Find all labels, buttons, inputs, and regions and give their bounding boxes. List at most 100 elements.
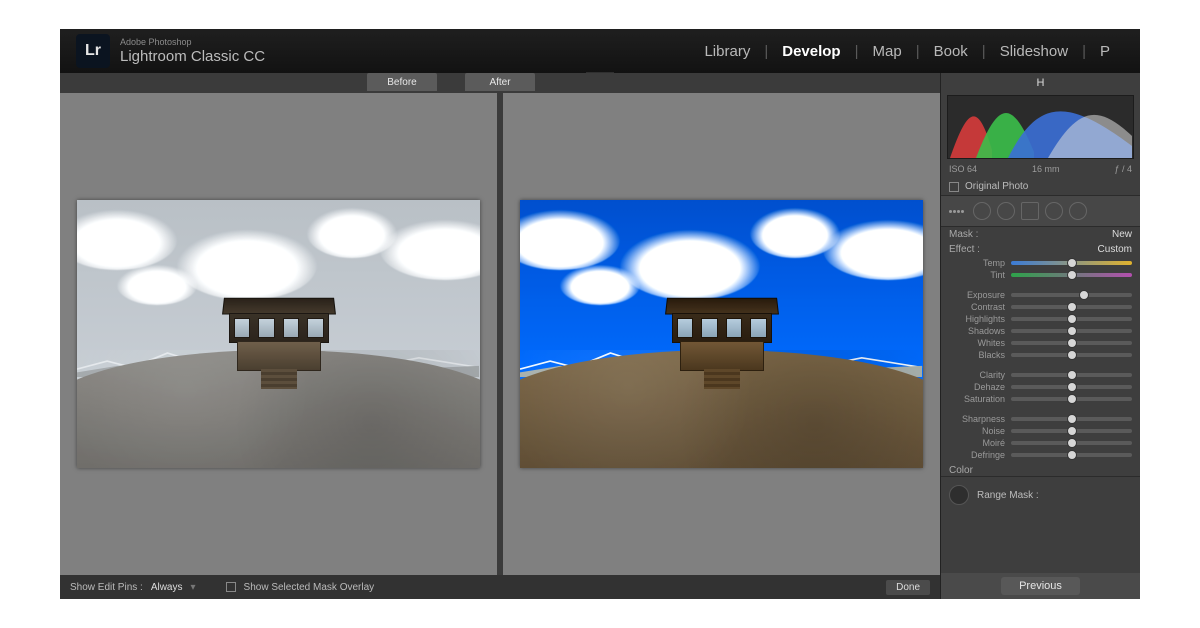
histogram-info: ISO 64 16 mm ƒ / 4 <box>941 163 1140 178</box>
slider-track[interactable] <box>1011 373 1132 377</box>
spot-tool-icon[interactable] <box>973 202 991 220</box>
compare-divider[interactable] <box>499 93 501 575</box>
module-library[interactable]: Library <box>690 43 764 60</box>
slider-contrast[interactable]: Contrast <box>941 301 1140 313</box>
before-tab[interactable]: Before <box>367 73 437 91</box>
slider-temp[interactable]: Temp <box>941 257 1140 269</box>
range-mask-label: Range Mask : <box>977 490 1039 501</box>
original-photo-label: Original Photo <box>965 181 1028 192</box>
slider-label-tint: Tint <box>949 270 1005 280</box>
slider-track[interactable] <box>1011 261 1132 265</box>
slider-shadows[interactable]: Shadows <box>941 325 1140 337</box>
slider-clarity[interactable]: Clarity <box>941 369 1140 381</box>
slider-track[interactable] <box>1011 385 1132 389</box>
original-photo-row: Original Photo <box>941 178 1140 195</box>
before-pane[interactable] <box>60 93 497 575</box>
histo-iso: ISO 64 <box>949 164 977 174</box>
slider-track[interactable] <box>1011 293 1132 297</box>
slider-track[interactable] <box>1011 453 1132 457</box>
after-pane[interactable] <box>503 93 940 575</box>
local-tools <box>941 195 1140 227</box>
slider-highlights[interactable]: Highlights <box>941 313 1140 325</box>
slider-label-whites: Whites <box>949 338 1005 348</box>
slider-sharpness[interactable]: Sharpness <box>941 413 1140 425</box>
slider-track[interactable] <box>1011 397 1132 401</box>
slider-label-dehaze: Dehaze <box>949 382 1005 392</box>
slider-track[interactable] <box>1011 353 1132 357</box>
slider-thumb[interactable] <box>1067 258 1077 268</box>
range-mask-swatch-icon[interactable] <box>949 485 969 505</box>
module-book[interactable]: Book <box>920 43 982 60</box>
slider-dehaze[interactable]: Dehaze <box>941 381 1140 393</box>
panel-header: H <box>941 75 1140 91</box>
slider-blacks[interactable]: Blacks <box>941 349 1140 361</box>
mask-overlay-checkbox[interactable] <box>226 582 236 592</box>
slider-thumb[interactable] <box>1067 302 1077 312</box>
crop-tool-icon[interactable] <box>949 202 967 220</box>
previous-button[interactable]: Previous <box>1001 577 1080 595</box>
mask-row: Mask : New <box>941 227 1140 242</box>
slider-thumb[interactable] <box>1067 370 1077 380</box>
slider-thumb[interactable] <box>1067 438 1077 448</box>
slider-noise[interactable]: Noise <box>941 425 1140 437</box>
slider-thumb[interactable] <box>1067 270 1077 280</box>
color-section-label: Color <box>941 461 1140 476</box>
module-develop[interactable]: Develop <box>768 43 854 60</box>
slider-track[interactable] <box>1011 329 1132 333</box>
effect-row: Effect : Custom <box>941 242 1140 257</box>
brand-subtitle: Adobe Photoshop <box>120 37 265 47</box>
slider-label-moire: Moiré <box>949 438 1005 448</box>
slider-tint[interactable]: Tint <box>941 269 1140 281</box>
slider-label-defringe: Defringe <box>949 450 1005 460</box>
radial-tool-icon[interactable] <box>1045 202 1063 220</box>
brand-block: Adobe Photoshop Lightroom Classic CC <box>120 37 265 65</box>
after-tab[interactable]: After <box>465 73 535 91</box>
slider-label-exposure: Exposure <box>949 290 1005 300</box>
slider-saturation[interactable]: Saturation <box>941 393 1140 405</box>
gradient-tool-icon[interactable] <box>1021 202 1039 220</box>
slider-label-sharpness: Sharpness <box>949 414 1005 424</box>
slider-label-saturation: Saturation <box>949 394 1005 404</box>
module-p[interactable]: P <box>1086 43 1124 60</box>
mask-new-button[interactable]: New <box>1112 229 1132 240</box>
slider-track[interactable] <box>1011 317 1132 321</box>
histogram[interactable] <box>947 95 1134 159</box>
edit-pins-label: Show Edit Pins : <box>70 582 143 593</box>
slider-thumb[interactable] <box>1067 426 1077 436</box>
mask-overlay-label: Show Selected Mask Overlay <box>244 582 375 593</box>
slider-thumb[interactable] <box>1067 414 1077 424</box>
effect-value[interactable]: Custom <box>1098 244 1132 255</box>
slider-exposure[interactable]: Exposure <box>941 289 1140 301</box>
range-mask-row: Range Mask : <box>941 476 1140 513</box>
slider-track[interactable] <box>1011 341 1132 345</box>
slider-defringe[interactable]: Defringe <box>941 449 1140 461</box>
done-button[interactable]: Done <box>886 580 930 595</box>
slider-whites[interactable]: Whites <box>941 337 1140 349</box>
module-slideshow[interactable]: Slideshow <box>986 43 1082 60</box>
compare-view <box>60 93 940 575</box>
module-map[interactable]: Map <box>859 43 916 60</box>
slider-moire[interactable]: Moiré <box>941 437 1140 449</box>
slider-thumb[interactable] <box>1067 314 1077 324</box>
after-photo <box>520 200 922 468</box>
top-bar: Lr Adobe Photoshop Lightroom Classic CC … <box>60 29 1140 73</box>
slider-label-noise: Noise <box>949 426 1005 436</box>
slider-track[interactable] <box>1011 273 1132 277</box>
slider-track[interactable] <box>1011 417 1132 421</box>
slider-thumb[interactable] <box>1067 394 1077 404</box>
redeye-tool-icon[interactable] <box>997 202 1015 220</box>
slider-track[interactable] <box>1011 441 1132 445</box>
slider-thumb[interactable] <box>1067 338 1077 348</box>
slider-thumb[interactable] <box>1067 382 1077 392</box>
edit-pins-select[interactable]: Always <box>151 582 183 593</box>
slider-label-clarity: Clarity <box>949 370 1005 380</box>
slider-track[interactable] <box>1011 305 1132 309</box>
slider-thumb[interactable] <box>1079 290 1089 300</box>
slider-thumb[interactable] <box>1067 350 1077 360</box>
slider-thumb[interactable] <box>1067 326 1077 336</box>
original-photo-checkbox[interactable] <box>949 182 959 192</box>
brush-tool-icon[interactable] <box>1069 202 1087 220</box>
slider-thumb[interactable] <box>1067 450 1077 460</box>
slider-track[interactable] <box>1011 429 1132 433</box>
workspace: ▸ Before After <box>60 73 940 599</box>
